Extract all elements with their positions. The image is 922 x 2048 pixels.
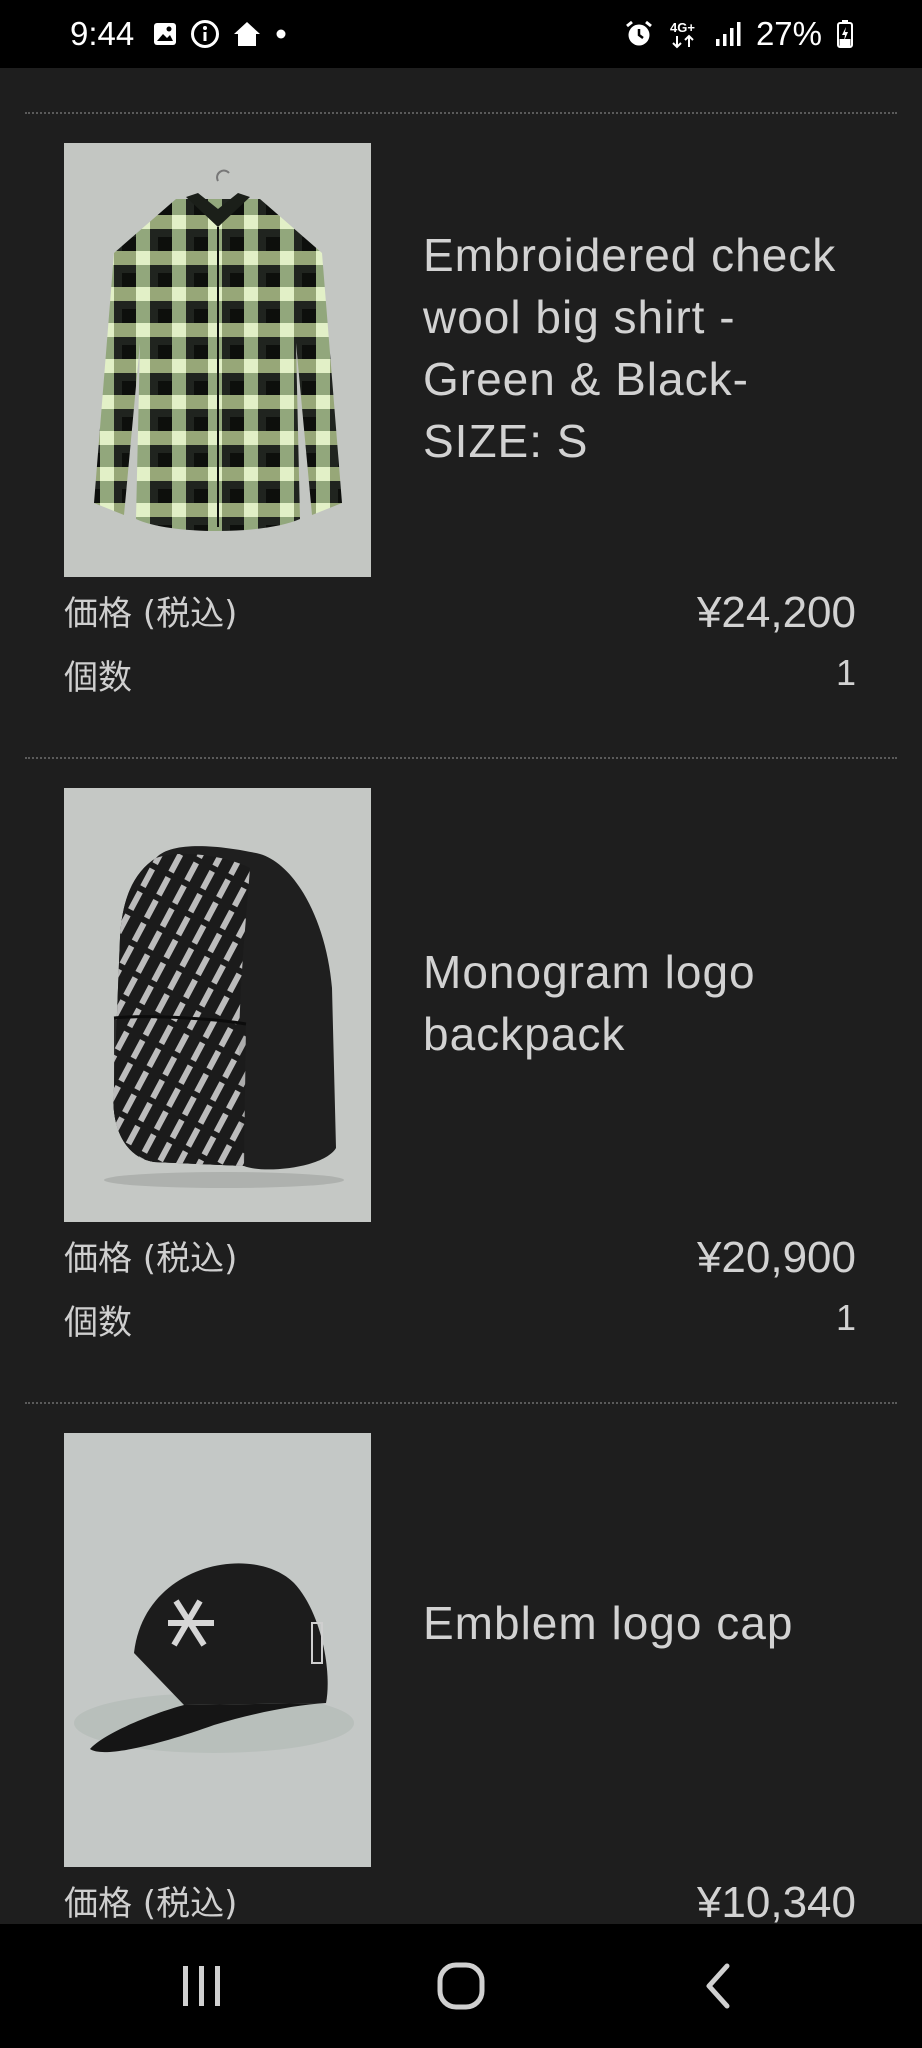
signal-icon xyxy=(714,20,742,48)
cap-image xyxy=(64,1433,371,1867)
info-icon xyxy=(190,19,220,49)
title-line: Emblem logo cap xyxy=(423,1597,794,1649)
cart-content[interactable]: Embroidered check wool big shirt - Green… xyxy=(0,68,922,1924)
title-line: backpack xyxy=(423,1008,626,1060)
title-line: wool big shirt - xyxy=(423,291,736,343)
item-divider xyxy=(25,112,897,114)
recent-apps-button[interactable] xyxy=(132,1924,272,2048)
product-title-backpack[interactable]: Monogram logo backpack xyxy=(423,938,863,1068)
product-image-backpack[interactable] xyxy=(64,788,371,1222)
status-bar: 9:44 4G+ 27% xyxy=(0,0,922,68)
title-line: SIZE: S xyxy=(423,415,589,467)
price-value: ¥20,900 xyxy=(696,1233,856,1282)
item-divider xyxy=(25,757,897,759)
quantity-value: 1 xyxy=(835,1297,856,1338)
price-value: ¥10,340 xyxy=(696,1878,856,1924)
title-line: Monogram logo xyxy=(423,946,756,998)
backpack-image xyxy=(64,788,371,1222)
item-divider xyxy=(25,1402,897,1404)
alarm-icon xyxy=(624,19,654,49)
battery-percent: 27% xyxy=(755,15,822,52)
shirt-image xyxy=(64,143,371,577)
product-title-cap[interactable]: Emblem logo cap xyxy=(423,1588,863,1658)
status-right: 4G+ 27% xyxy=(624,0,854,68)
status-left: 9:44 xyxy=(70,0,288,68)
recent-apps-icon xyxy=(183,1966,220,2006)
quantity-value: 1 xyxy=(835,652,856,693)
notification-dot-icon xyxy=(274,27,288,41)
home-icon xyxy=(232,20,262,48)
product-image-shirt[interactable] xyxy=(64,143,371,577)
home-circle-icon xyxy=(437,1962,485,2010)
battery-charging-icon xyxy=(836,19,854,49)
price-label: 価格 (税込) xyxy=(64,1239,238,1279)
gallery-icon xyxy=(152,21,178,47)
quantity-label: 個数 xyxy=(64,658,132,698)
product-image-cap[interactable] xyxy=(64,1433,371,1867)
back-chevron-icon xyxy=(706,1963,730,2009)
price-label: 価格 (税込) xyxy=(64,1884,238,1924)
network-4g-icon: 4G+ xyxy=(668,18,700,50)
title-line: Embroidered check xyxy=(423,229,837,281)
price-value: ¥24,200 xyxy=(696,588,856,637)
quantity-label: 個数 xyxy=(64,1303,132,1343)
product-title-shirt[interactable]: Embroidered check wool big shirt - Green… xyxy=(423,228,863,468)
svg-text:4G+: 4G+ xyxy=(670,20,695,35)
title-line: Green & Black- xyxy=(423,353,749,405)
status-time: 9:44 xyxy=(70,15,135,52)
home-button[interactable] xyxy=(391,1924,531,2048)
navigation-bar xyxy=(0,1924,922,2048)
back-button[interactable] xyxy=(648,1924,788,2048)
price-label: 価格 (税込) xyxy=(64,594,238,634)
